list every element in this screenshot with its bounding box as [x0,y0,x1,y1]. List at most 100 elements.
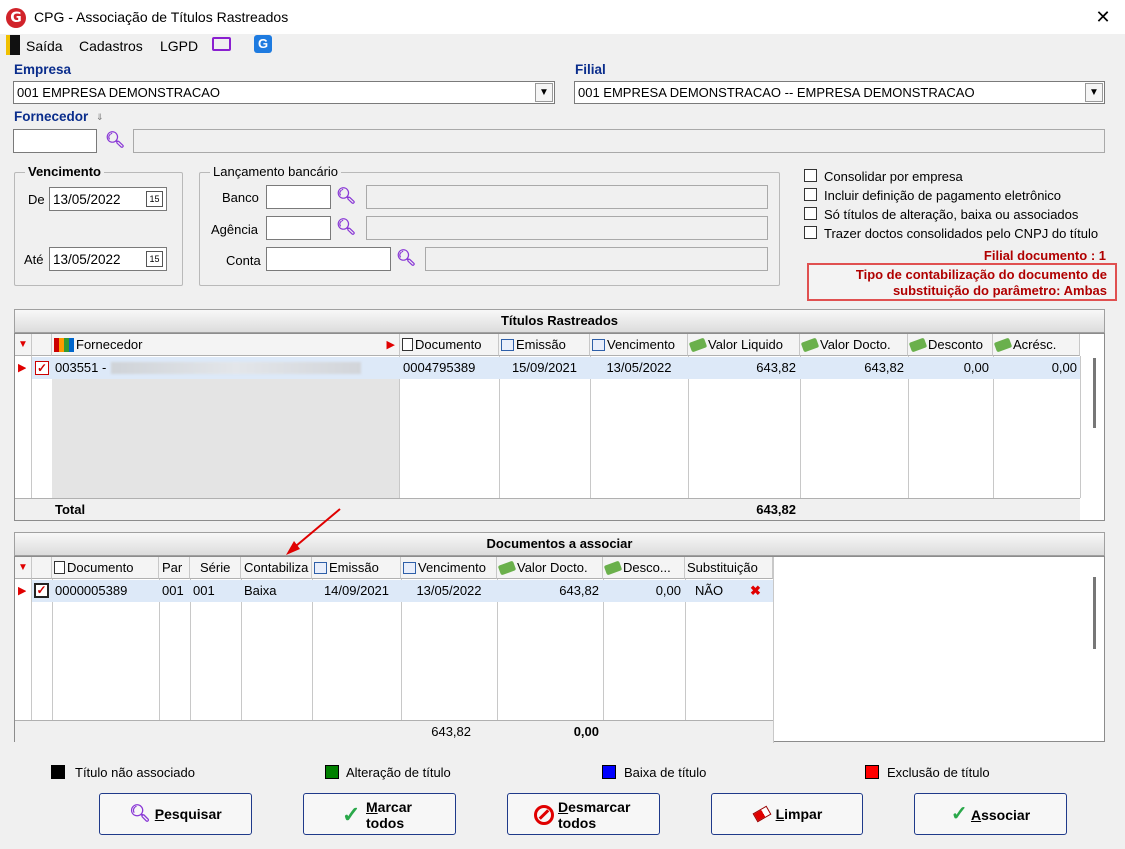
header-label: Emissão [329,560,379,575]
footer-row [15,720,773,742]
filial-select[interactable]: 001 EMPRESA DEMONSTRACAO -- EMPRESA DEMO… [574,81,1105,104]
sort-arrow-icon[interactable]: ▼ [15,334,32,356]
button-mnemonic: A [970,807,982,823]
search-icon[interactable]: 🔍︎ [336,217,356,237]
menu-cadastros[interactable]: Cadastros [77,37,145,55]
cell-documento: 0004795389 [403,360,476,375]
banco-name-field [366,185,768,209]
legend-label: Título não associado [75,765,195,780]
chevron-down-icon[interactable]: ▼ [1085,83,1103,102]
vertical-scrollbar[interactable] [1093,577,1096,649]
cell-documento: 0000005389 [55,583,128,598]
checkbox-icon[interactable]: ✓ [34,583,49,598]
fornecedor-name-field [133,129,1105,153]
app-logo-icon: G [6,8,26,28]
vencimento-title: Vencimento [25,164,104,179]
header-emissao[interactable]: Emissão [312,557,401,579]
header-emissao[interactable]: Emissão [499,334,590,356]
columns-icon [54,337,74,352]
checkbox-pagamento-eletronico[interactable] [804,188,817,201]
close-icon[interactable]: ✕ [1092,6,1114,28]
calendar-icon [403,561,416,574]
money-icon [497,560,517,575]
date-to-input[interactable]: 13/05/2022 15 [49,247,167,271]
date-from-input[interactable]: 13/05/2022 15 [49,187,167,211]
header-substituicao[interactable]: Substituição [685,557,773,579]
date-from-value: 13/05/2022 [53,192,121,207]
header-desconto[interactable]: Desco... [603,557,685,579]
limpar-button[interactable]: Limpar [711,793,863,835]
header-desconto[interactable]: Desconto [908,334,993,356]
header-vencimento[interactable]: Vencimento [590,334,688,356]
document-icon [54,561,65,575]
menu-lgpd[interactable]: LGPD [158,37,200,55]
search-icon: 🔍︎ [129,804,151,823]
conta-input[interactable] [266,247,391,271]
header-check-col [32,557,52,579]
agencia-label: Agência [211,222,258,237]
legend-swatch-green [325,765,339,779]
header-label: Documento [415,337,482,352]
cell-vencimento: 13/05/2022 [416,583,482,598]
fornecedor-code-input[interactable] [13,129,97,153]
associar-button[interactable]: ✓ Associar [914,793,1067,835]
chevron-down-icon[interactable]: ▼ [535,83,553,102]
search-icon[interactable]: 🔍︎ [105,130,125,150]
header-check-col [32,334,52,356]
pesquisar-button[interactable]: 🔍︎ Pesquisar [99,793,252,835]
titulos-grid-title: Títulos Rastreados [14,309,1105,333]
button-label: impar [784,806,823,822]
legend-swatch-red [865,765,879,779]
header-label: Vencimento [418,560,486,575]
total-label: Total [55,502,86,517]
marcar-todos-button[interactable]: ✓ Marcar todos [303,793,456,835]
filial-label: Filial [575,62,606,77]
legend-swatch-blue [602,765,616,779]
header-valor-docto[interactable]: Valor Docto. [497,557,603,579]
legend-swatch-black [51,765,65,779]
header-par[interactable]: Par [159,557,190,579]
menu-saida[interactable]: Saída [24,37,65,55]
fornecedor-label: Fornecedor [14,109,89,124]
row-pointer-icon: ▶ [18,585,27,597]
button-mnemonic: P [154,806,165,822]
header-acresc[interactable]: Acrésc. [993,334,1080,356]
conta-name-field [425,247,768,271]
header-vencimento[interactable]: Vencimento [401,557,497,579]
header-documento[interactable]: Documento [400,334,499,356]
total-value: 643,82 [756,502,796,517]
money-icon [800,337,820,352]
checkbox-trazer-doctos[interactable] [804,226,817,239]
exit-icon[interactable] [6,35,20,55]
empresa-select[interactable]: 001 EMPRESA DEMONSTRACAO ▼ [13,81,555,104]
agencia-input[interactable] [266,216,331,240]
delete-x-icon[interactable]: ✖ [750,580,761,602]
vertical-scrollbar[interactable] [1093,358,1096,428]
title-bar: G CPG - Associação de Títulos Rastreados… [0,0,1125,34]
desmarcar-todos-button[interactable]: Desmarcar todos [507,793,660,835]
button-mnemonic: L [775,806,785,822]
header-label: Valor Docto. [517,560,588,575]
calendar-icon[interactable]: 15 [146,191,163,207]
expand-arrow-icon[interactable]: ▶ [387,334,395,355]
sort-arrow-icon[interactable]: ▼ [15,557,32,579]
calendar-icon[interactable]: 15 [146,251,163,267]
header-serie[interactable]: Série [190,557,241,579]
header-documento[interactable]: Documento [52,557,159,579]
header-fornecedor[interactable]: Fornecedor ▶ [52,334,400,356]
search-icon[interactable]: 🔍︎ [336,186,356,206]
cell-emissao: 14/09/2021 [323,583,390,598]
header-valor-docto[interactable]: Valor Docto. [800,334,908,356]
g-app-icon[interactable]: G [254,35,272,53]
banco-input[interactable] [266,185,331,209]
header-valor-liquido[interactable]: Valor Liquido [688,334,800,356]
header-contabiliza[interactable]: Contabiliza [241,557,312,579]
checkbox-icon[interactable]: ✓ [35,361,49,375]
checkbox-so-titulos[interactable] [804,207,817,220]
money-icon [688,337,708,352]
filial-value: 001 EMPRESA DEMONSTRACAO -- EMPRESA DEMO… [578,85,975,100]
monitor-icon[interactable] [212,37,231,51]
sort-down-icon: ⇓ [96,112,104,122]
checkbox-consolidar[interactable] [804,169,817,182]
search-icon[interactable]: 🔍︎ [396,248,416,268]
